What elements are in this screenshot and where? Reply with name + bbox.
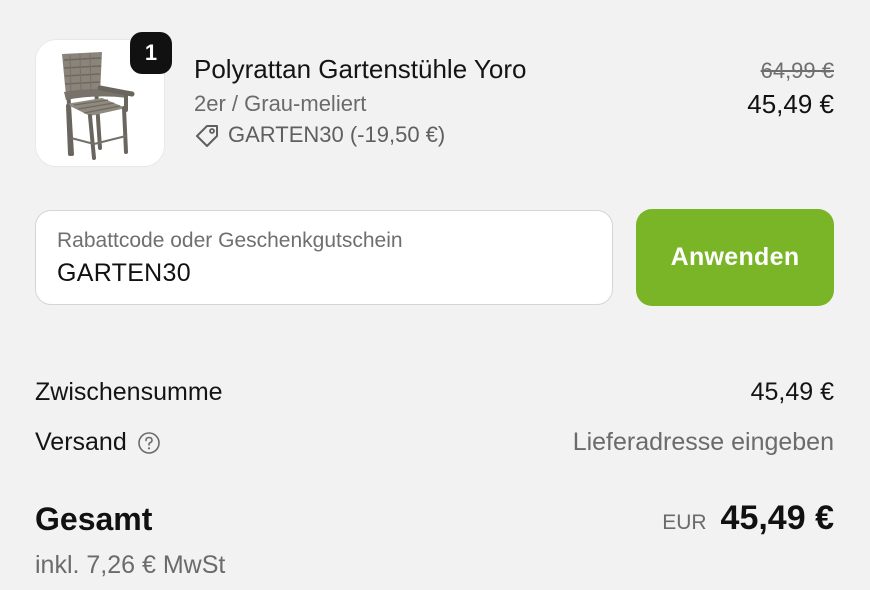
help-icon[interactable] [137,431,161,455]
discounted-price: 45,49 € [747,89,834,119]
product-variant: 2er / Grau-meliert [194,91,367,116]
total-value: EUR 45,49 € [662,499,834,538]
total-currency: EUR [662,511,707,534]
applied-discount: GARTEN30 (-19,50 €) [194,122,445,148]
shipping-value: Lieferadresse eingeben [572,428,834,456]
discount-code-label: Rabattcode oder Geschenkgutschein [57,229,403,252]
apply-discount-button[interactable]: Anwenden [636,209,834,306]
tax-note: inkl. 7,26 € MwSt [35,551,226,579]
total-label: Gesamt [35,501,153,537]
quantity-badge: 1 [130,32,172,74]
subtotal-label: Zwischensumme [35,378,223,406]
discount-code-field[interactable]: Rabattcode oder Geschenkgutschein GARTEN… [35,210,613,305]
discount-code-input[interactable]: GARTEN30 [57,259,191,288]
tag-icon [194,122,220,148]
total-amount: 45,49 € [720,499,834,537]
product-name: Polyrattan Gartenstühle Yoro [194,54,527,84]
subtotal-value: 45,49 € [750,378,834,406]
original-price: 64,99 € [760,58,834,83]
shipping-row: Versand [35,428,161,457]
applied-discount-label: GARTEN30 (-19,50 €) [228,122,446,147]
shipping-label: Versand [35,428,127,456]
